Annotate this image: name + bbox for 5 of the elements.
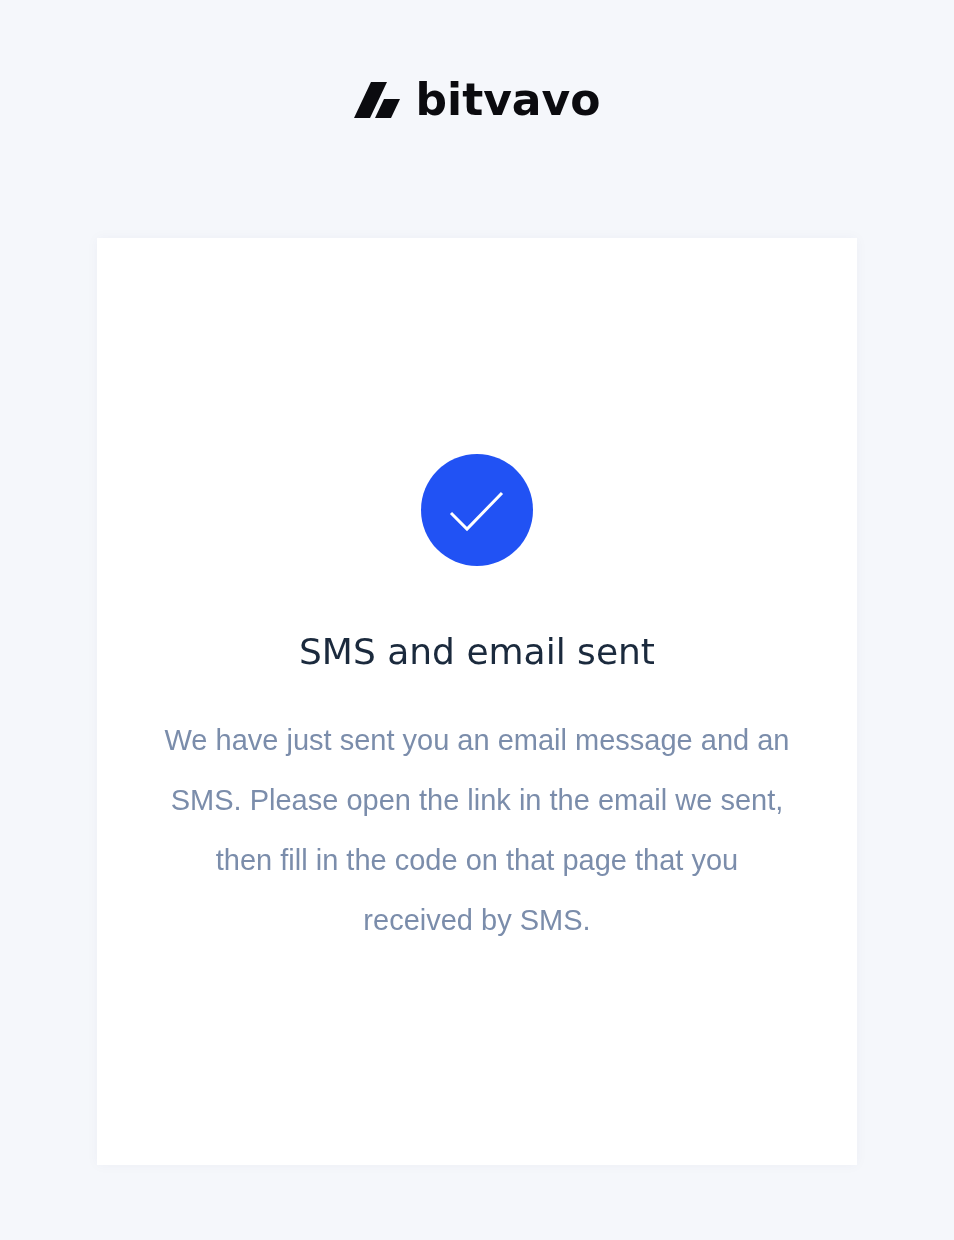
- logo-wordmark: bitvavo: [415, 74, 601, 126]
- message-text: We have just sent you an email message and an SMS. Please open the link in the email we sent, then fill in the code on that page that you received by SMS.: [163, 723, 791, 938]
- checkmark-icon: [421, 454, 533, 566]
- message-title: SMS and email sent: [299, 630, 655, 674]
- slanted-bars-icon: [353, 82, 400, 118]
